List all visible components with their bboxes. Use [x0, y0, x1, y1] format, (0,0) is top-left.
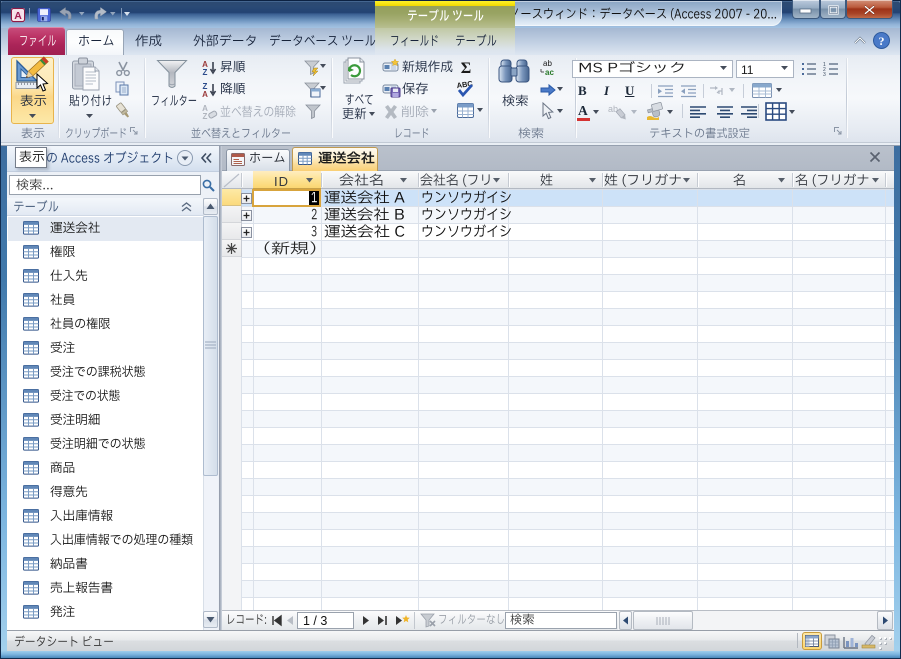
svg-text:ac: ac [545, 68, 554, 77]
svg-text:3: 3 [823, 72, 826, 78]
svg-text:Z: Z [203, 112, 208, 121]
svg-text:?: ? [879, 34, 885, 48]
svg-text:A: A [202, 90, 208, 99]
svg-text:ab: ab [543, 59, 552, 68]
svg-text:Z: Z [203, 68, 208, 77]
svg-text:A: A [14, 10, 22, 22]
svg-text:Σ: Σ [461, 60, 471, 77]
